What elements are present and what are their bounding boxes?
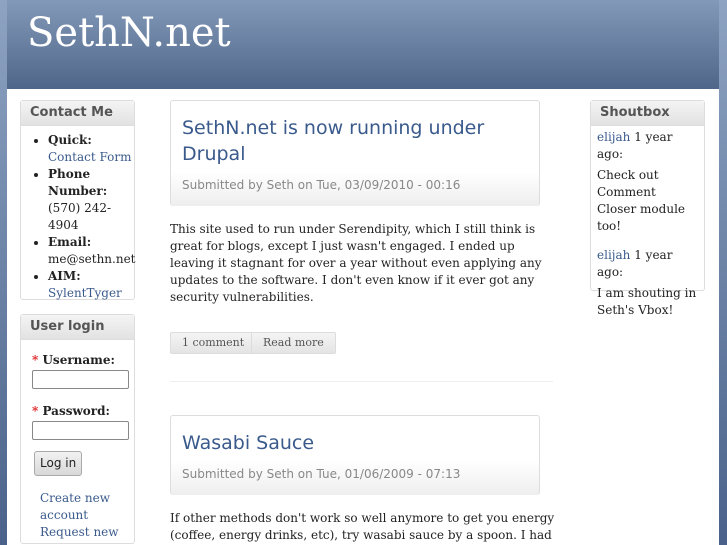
shout-message: Check out Comment Closer module too! — [597, 168, 686, 233]
comments-link[interactable]: 1 comment — [170, 332, 257, 354]
contact-label: Phone Number: — [48, 167, 108, 198]
block-title: User login — [21, 315, 134, 340]
post-body: If other methods don't work so well anym… — [170, 511, 555, 542]
required-marker: * — [32, 404, 39, 418]
email-value: me@sethn.net — [48, 252, 136, 266]
contact-label: Quick: — [48, 133, 92, 147]
username-label: * Username: — [32, 352, 134, 369]
shout-meta: elijah 1 year ago: — [597, 247, 698, 281]
password-input[interactable] — [32, 421, 129, 440]
contact-item: AIM: SylentTyger — [48, 268, 134, 302]
post-header: SethN.net is now running under Drupal Su… — [170, 100, 540, 206]
contact-label: Email: — [48, 235, 92, 249]
shout-user-link[interactable]: elijah — [597, 248, 630, 262]
page: Contact Me Quick: Contact Form Phone Numb… — [7, 89, 719, 545]
shout-message: I am shouting in Seth's Vbox! — [597, 286, 697, 317]
required-marker: * — [32, 353, 39, 367]
post-submitted: Submitted by Seth on Tue, 01/06/2009 - 0… — [171, 461, 539, 495]
block-title: Contact Me — [21, 101, 134, 126]
post-header: Wasabi Sauce Submitted by Seth on Tue, 0… — [170, 415, 540, 495]
shout-user-link[interactable]: elijah — [597, 130, 630, 144]
username-label-text: Username: — [42, 353, 115, 367]
contact-form-link[interactable]: Contact Form — [48, 150, 131, 164]
contact-item: Email: me@sethn.net — [48, 234, 136, 268]
contact-label: AIM: — [48, 269, 81, 283]
create-account-link[interactable]: Create new account — [40, 490, 110, 524]
site-name-link[interactable]: SethN.net — [27, 9, 231, 57]
shout-meta: elijah 1 year ago: — [597, 129, 698, 163]
phone-value: (570) 242-4904 — [48, 201, 112, 232]
request-password-link[interactable]: Request new — [40, 525, 119, 539]
password-label-text: Password: — [42, 404, 110, 418]
shoutbox-block: Shoutbox elijah 1 year ago: Check out Co… — [590, 100, 705, 317]
post-separator — [170, 381, 553, 382]
post-body: This site used to run under Serendipity,… — [170, 222, 542, 304]
read-more-link[interactable]: Read more — [251, 332, 336, 354]
contact-item: Phone Number:(570) 242-4904 — [48, 166, 134, 234]
post-title-link[interactable]: SethN.net is now running under Drupal — [182, 117, 484, 165]
password-label: * Password: — [32, 403, 134, 420]
post-submitted: Submitted by Seth on Tue, 03/09/2010 - 0… — [171, 172, 539, 206]
post-title-link[interactable]: Wasabi Sauce — [182, 432, 314, 454]
contact-block: Contact Me Quick: Contact Form Phone Numb… — [20, 100, 136, 302]
header: SethN.net — [7, 0, 719, 89]
block-title: Shoutbox — [591, 101, 704, 126]
login-button[interactable]: Log in — [34, 451, 83, 476]
aim-link[interactable]: SylentTyger — [48, 286, 122, 300]
user-login-block: User login * Username: * Password: Log i… — [20, 314, 135, 544]
username-input[interactable] — [32, 370, 129, 389]
contact-item: Quick: Contact Form — [48, 132, 134, 166]
